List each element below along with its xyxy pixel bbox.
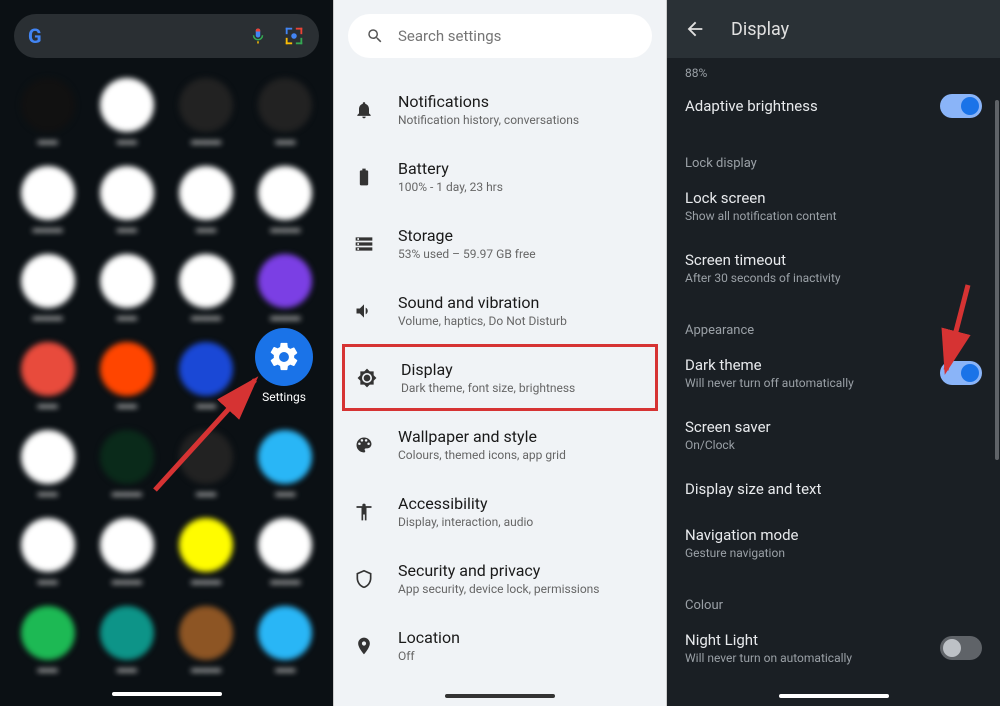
- gear-icon: [267, 340, 301, 374]
- settings-search-input[interactable]: [398, 27, 634, 45]
- settings-item-battery[interactable]: Battery100% - 1 day, 23 hrs: [334, 143, 666, 210]
- settings-item-display[interactable]: DisplayDark theme, font size, brightness: [342, 344, 658, 411]
- settings-item-wallpaper[interactable]: Wallpaper and styleColours, themed icons…: [334, 411, 666, 478]
- display-size-row[interactable]: Display size and text: [685, 466, 982, 512]
- mic-icon[interactable]: [247, 25, 269, 47]
- storage-icon: [352, 232, 376, 256]
- adaptive-brightness-toggle[interactable]: [940, 94, 982, 118]
- navigation-mode-row[interactable]: Navigation modeGesture navigation: [685, 512, 982, 574]
- section-colour: Colour: [685, 598, 982, 613]
- screen-timeout-row[interactable]: Screen timeoutAfter 30 seconds of inacti…: [685, 237, 982, 299]
- home-indicator[interactable]: [112, 692, 222, 696]
- settings-search-box[interactable]: [348, 14, 652, 58]
- home-screen-panel: G ▬▬ ▬▬ ▬▬▬ ▬▬ ▬▬▬ ▬▬ ▬▬ ▬▬▬ ▬▬▬ ▬▬ ▬▬▬ …: [0, 0, 333, 706]
- lens-icon[interactable]: [283, 25, 305, 47]
- back-button[interactable]: [683, 17, 707, 41]
- settings-app-label: Settings: [262, 390, 306, 404]
- settings-app-icon[interactable]: Settings: [255, 328, 313, 404]
- settings-item-storage[interactable]: Storage53% used – 59.97 GB free: [334, 210, 666, 277]
- arrow-left-icon: [684, 18, 706, 40]
- settings-item-accessibility[interactable]: AccessibilityDisplay, interaction, audio: [334, 478, 666, 545]
- volume-icon: [352, 299, 376, 323]
- screen-saver-row[interactable]: Screen saverOn/Clock: [685, 404, 982, 466]
- dark-theme-toggle[interactable]: [940, 361, 982, 385]
- palette-icon: [352, 433, 376, 457]
- settings-item-sound[interactable]: Sound and vibrationVolume, haptics, Do N…: [334, 277, 666, 344]
- home-indicator[interactable]: [445, 694, 555, 698]
- adaptive-brightness-row[interactable]: Adaptive brightness: [685, 80, 982, 132]
- settings-item-security[interactable]: Security and privacyApp security, device…: [334, 545, 666, 612]
- dark-theme-row[interactable]: Dark themeWill never turn off automatica…: [685, 342, 982, 404]
- search-icon: [366, 27, 384, 45]
- bell-icon: [352, 98, 376, 122]
- google-logo-icon: G: [28, 24, 42, 48]
- display-settings-panel: Display 88% Adaptive brightness Lock dis…: [667, 0, 1000, 706]
- battery-icon: [352, 165, 376, 189]
- brightness-value: 88%: [685, 66, 982, 80]
- night-light-toggle[interactable]: [940, 636, 982, 660]
- location-icon: [352, 634, 376, 658]
- section-lock-display: Lock display: [685, 156, 982, 171]
- settings-item-notifications[interactable]: NotificationsNotification history, conve…: [334, 76, 666, 143]
- night-light-row[interactable]: Night LightWill never turn on automatica…: [685, 617, 982, 679]
- settings-item-location[interactable]: LocationOff: [334, 612, 666, 679]
- page-title: Display: [731, 19, 789, 40]
- google-search-bar[interactable]: G: [14, 14, 319, 58]
- settings-list-panel: NotificationsNotification history, conve…: [333, 0, 667, 706]
- display-header: Display: [667, 0, 1000, 58]
- scrollbar[interactable]: [995, 100, 999, 460]
- shield-icon: [352, 567, 376, 591]
- accessibility-icon: [352, 500, 376, 524]
- lock-screen-row[interactable]: Lock screenShow all notification content: [685, 175, 982, 237]
- section-appearance: Appearance: [685, 323, 982, 338]
- home-indicator[interactable]: [779, 694, 889, 698]
- brightness-icon: [355, 366, 379, 390]
